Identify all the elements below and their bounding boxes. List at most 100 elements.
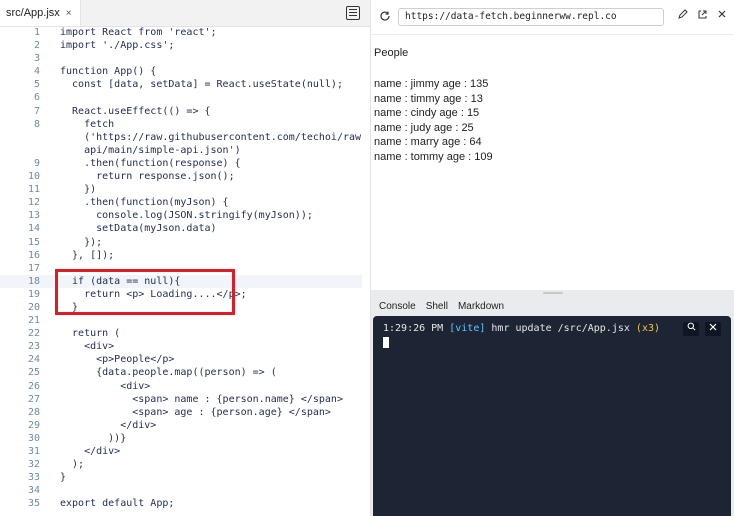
line-number: 35 — [27, 498, 40, 510]
line-number: 17 — [27, 262, 40, 274]
line-text: .then(function(response) { — [60, 157, 241, 169]
line-text: ))} — [60, 432, 127, 444]
code-line[interactable]: 32 ); — [0, 458, 362, 471]
line-number: 10 — [27, 171, 40, 183]
line-text: const [data, setData] = React.useState(n… — [60, 79, 343, 91]
code-line[interactable]: 4 function App() { — [0, 65, 362, 78]
line-text: </div> — [60, 419, 157, 431]
line-text: api/main/simple-api.json') — [60, 144, 241, 156]
line-text: } — [60, 301, 79, 313]
code-line[interactable]: 22 return ( — [0, 327, 362, 340]
code-line[interactable]: 1 import React from 'react'; — [0, 26, 362, 39]
terminal-actions — [683, 322, 721, 336]
code-line[interactable]: 33} — [0, 471, 362, 484]
code-line[interactable]: 2 import './App.css'; — [0, 39, 362, 52]
code-line[interactable]: 21 — [0, 314, 362, 327]
url-bar[interactable]: https://data-fetch.beginnerww.repl.co — [398, 8, 664, 26]
code-line[interactable]: 18 if (data == null){ — [0, 274, 362, 288]
pencil-icon[interactable] — [677, 9, 688, 23]
line-text: }, []); — [60, 249, 115, 261]
line-number: 34 — [27, 485, 40, 497]
terminal-line: 1:29:26 PM [vite] hmr update /src/App.js… — [383, 323, 660, 334]
line-text: if (data == null){ — [60, 275, 181, 287]
line-number: 24 — [27, 354, 40, 366]
code-line[interactable]: 35 export default App; — [0, 497, 362, 510]
code-line[interactable]: 28 <span> age : {person.age} </span> — [0, 406, 362, 419]
people-heading: People — [374, 47, 409, 59]
person-row: name : marry age : 64 — [374, 136, 482, 148]
code-line[interactable]: ('https://raw.githubusercontent.com/tech… — [0, 131, 362, 144]
line-number: 19 — [27, 288, 40, 300]
code-line[interactable]: 7 React.useEffect(() => { — [0, 105, 362, 118]
code-area[interactable]: 1 import React from 'react'; 2 import './Ap… — [0, 26, 362, 516]
code-line[interactable]: 10 return response.json(); — [0, 170, 362, 183]
code-line[interactable]: 34 — [0, 484, 362, 497]
code-line[interactable]: 26 <div> — [0, 380, 362, 393]
code-line[interactable]: 5 const [data, setData] = React.useState… — [0, 78, 362, 91]
code-line[interactable]: 20 } — [0, 301, 362, 314]
code-line[interactable]: 23 <div> — [0, 340, 362, 353]
code-line[interactable]: 19 return <p> Loading....</p>; — [0, 288, 362, 301]
code-line[interactable]: 11 }) — [0, 183, 362, 196]
line-number: 33 — [27, 472, 40, 484]
code-line[interactable]: api/main/simple-api.json') — [0, 144, 362, 157]
code-line[interactable]: 15 }); — [0, 236, 362, 249]
editor-options-icon[interactable] — [346, 6, 360, 20]
code-line[interactable]: 30 ))} — [0, 432, 362, 445]
line-text: export default App; — [60, 498, 175, 510]
preview-content: People name : jimmy age : 135 name : timm… — [371, 35, 734, 172]
search-icon[interactable] — [683, 322, 699, 336]
tab-shell[interactable]: Shell — [426, 301, 448, 312]
line-text: <span> age : {person.age} </span> — [60, 406, 331, 418]
line-text: } — [60, 472, 67, 484]
code-line[interactable]: 31 </div> — [0, 445, 362, 458]
line-number: 30 — [27, 432, 40, 444]
line-text: import './App.css'; — [60, 40, 175, 52]
console-pane: Console Shell Markdown 1:29:26 PM [vite]… — [371, 290, 734, 516]
line-number: 28 — [27, 406, 40, 418]
tab-app-jsx[interactable]: src/App.jsx × — [0, 0, 81, 26]
line-text: return <p> Loading....</p>; — [60, 288, 247, 300]
code-line[interactable]: 13 console.log(JSON.stringify(myJson)); — [0, 209, 362, 222]
line-text: function App() { — [60, 66, 157, 78]
line-text: }) — [60, 184, 97, 196]
line-number: 21 — [27, 315, 40, 327]
line-number: 26 — [27, 380, 40, 392]
code-line[interactable]: 6 — [0, 91, 362, 104]
terminal[interactable]: 1:29:26 PM [vite] hmr update /src/App.js… — [373, 316, 731, 516]
line-number: 1 — [33, 27, 40, 38]
code-line[interactable]: 17 — [0, 262, 362, 275]
line-text: .then(function(myJson) { — [60, 197, 229, 209]
clear-console-icon[interactable] — [705, 322, 721, 336]
line-text: <span> name : {person.name} </span> — [60, 393, 343, 405]
open-external-icon[interactable] — [697, 9, 708, 23]
code-line[interactable]: 29 </div> — [0, 419, 362, 432]
line-text: }); — [60, 236, 103, 248]
code-line[interactable]: 8 fetch — [0, 118, 362, 131]
line-text: <div> — [60, 380, 151, 392]
line-number: 3 — [33, 53, 40, 65]
code-line[interactable]: 25 {data.people.map((person) => ( — [0, 366, 362, 379]
code-line[interactable]: 3 — [0, 52, 362, 65]
tab-console[interactable]: Console — [379, 301, 416, 312]
code-line[interactable]: 12 .then(function(myJson) { — [0, 196, 362, 209]
line-number: 2 — [33, 40, 40, 52]
line-text: fetch — [60, 118, 115, 130]
line-number: 9 — [33, 157, 40, 169]
vite-tag: [vite] — [449, 323, 486, 334]
code-line[interactable]: 24 <p>People</p> — [0, 353, 362, 366]
line-number: 25 — [27, 367, 40, 379]
line-text: setData(myJson.data) — [60, 223, 217, 235]
resize-handle[interactable] — [543, 292, 563, 294]
editor-tabbar: src/App.jsx × — [0, 0, 370, 27]
code-line[interactable]: 16 }, []); — [0, 249, 362, 262]
code-line[interactable]: 9 .then(function(response) { — [0, 157, 362, 170]
close-icon[interactable] — [717, 9, 727, 22]
tab-markdown[interactable]: Markdown — [458, 301, 504, 312]
line-text: ('https://raw.githubusercontent.com/tech… — [84, 131, 362, 143]
reload-icon[interactable] — [379, 10, 391, 22]
preview-toolbar: https://data-fetch.beginnerww.repl.co — [371, 0, 734, 35]
tab-close-icon[interactable]: × — [66, 8, 72, 19]
code-line[interactable]: 14 setData(myJson.data) — [0, 222, 362, 235]
code-line[interactable]: 27 <span> name : {person.name} </span> — [0, 393, 362, 406]
